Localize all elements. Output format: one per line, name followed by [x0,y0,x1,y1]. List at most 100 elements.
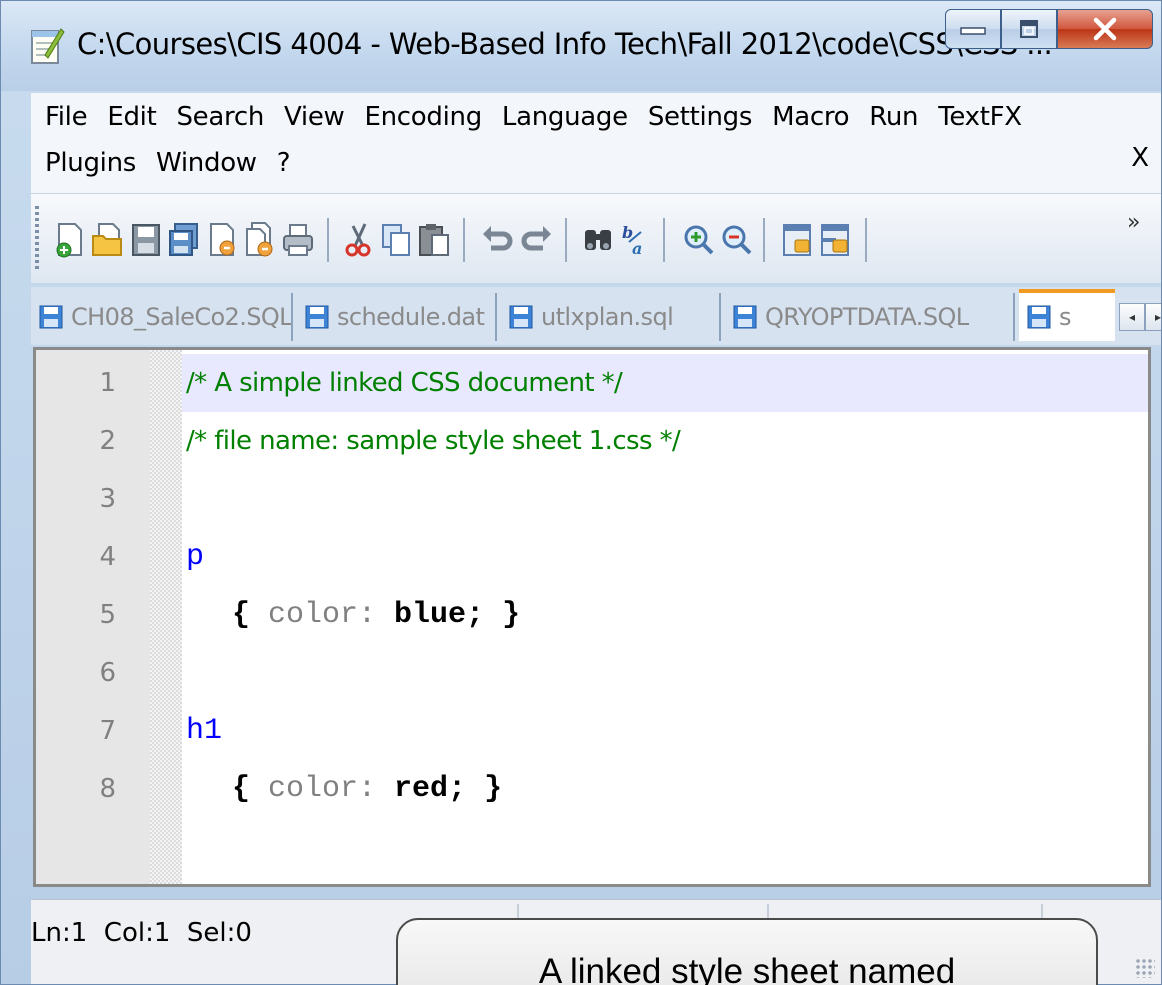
tab-qryoptdata-sql[interactable]: QRYOPTDATA.SQL [725,293,1015,341]
zoom-out-icon[interactable] [719,222,753,258]
close-file-icon[interactable] [205,222,239,258]
notepad-app-icon [31,28,65,64]
tab-scroll-left-button[interactable]: ◂ [1119,303,1145,331]
close-document-button[interactable]: X [1131,143,1149,173]
sync-horizontal-icon[interactable] [819,222,853,258]
tab-utlxplan-sql[interactable]: utlxplan.sql [501,293,721,341]
css-selector: h1 [186,714,223,748]
menu-row-1: File Edit Search View Encoding Language … [45,95,1042,139]
window-title: C:\Courses\CIS 4004 - Web-Based Info Tec… [77,27,1053,61]
menu-plugins[interactable]: Plugins [45,148,136,178]
line-number: 6 [99,658,116,688]
open-folder-icon[interactable] [91,222,125,258]
code-line[interactable]: 3 [36,470,1148,528]
code-text-area [182,644,1148,702]
code-line[interactable]: 7 h1 [36,702,1148,760]
menu-run[interactable]: Run [869,102,918,132]
close-icon [1093,17,1117,41]
svg-text:a: a [632,239,642,258]
print-icon[interactable] [281,222,315,258]
css-open-brace: { [232,598,269,632]
tab-ch08-saleco2[interactable]: CH08_SaleCo2.SQL [31,293,293,341]
toolbar-separator [763,218,765,262]
line-number: 2 [99,426,116,456]
menu-settings[interactable]: Settings [648,102,753,132]
tab-schedule-dat[interactable]: schedule.dat [297,293,497,341]
minimize-button[interactable] [945,9,1001,49]
toolbar-separator [865,218,867,262]
replace-icon[interactable]: b a [619,222,653,258]
menu-textfx[interactable]: TextFX [938,102,1022,132]
menu-search[interactable]: Search [176,102,264,132]
toolbar-separator [565,218,567,262]
paste-icon[interactable] [417,222,451,258]
menu-row-2: Plugins Window ? [45,141,310,185]
tab-scroll-right-button[interactable]: ▸ [1145,303,1161,331]
tab-label: QRYOPTDATA.SQL [765,303,969,331]
document-tab-bar: CH08_SaleCo2.SQL schedule.dat utlxplan.s… [31,287,1161,345]
close-all-icon[interactable] [243,222,277,258]
annotation-callout: A linked style sheet named [396,918,1098,985]
code-line[interactable]: 4 p [36,528,1148,586]
menu-window[interactable]: Window [156,148,257,178]
tab-sample-style-sheet-active[interactable]: s [1019,289,1115,341]
saved-file-icon [1027,305,1051,329]
menu-help[interactable]: ? [277,148,291,178]
menu-bar: File Edit Search View Encoding Language … [31,93,1161,193]
menu-edit[interactable]: Edit [107,102,156,132]
menu-language[interactable]: Language [502,102,628,132]
caption-buttons [945,9,1153,49]
minimize-icon [960,27,986,35]
code-line[interactable]: 5 { color: blue; } [36,586,1148,644]
notepad-plus-plus-window: C:\Courses\CIS 4004 - Web-Based Info Tec… [0,0,1162,985]
code-text-area: p [182,528,1148,586]
toolbar: b a » [31,193,1161,283]
code-text-area: h1 [182,702,1148,760]
toolbar-separator [463,218,465,262]
toolbar-overflow-button[interactable]: » [1127,210,1140,235]
code-line[interactable]: 2 /* file name: sample style sheet 1.css… [36,412,1148,470]
find-icon[interactable] [581,222,615,258]
title-bar[interactable]: C:\Courses\CIS 4004 - Web-Based Info Tec… [1,1,1161,91]
css-value: red; } [376,772,503,806]
maximize-button[interactable] [1001,9,1057,49]
sync-vertical-icon[interactable] [781,222,815,258]
save-icon[interactable] [129,222,163,258]
code-line[interactable]: 6 [36,644,1148,702]
save-all-icon[interactable] [167,222,201,258]
css-property: color: [268,772,377,806]
line-number: 5 [99,600,116,630]
redo-icon[interactable] [519,222,553,258]
menu-view[interactable]: View [284,102,345,132]
line-number: 1 [99,368,116,398]
toolbar-grip[interactable] [35,206,39,272]
code-editor[interactable]: 1 /* A simple linked CSS document */ 2 /… [33,347,1151,887]
undo-icon[interactable] [481,222,515,258]
code-text-area: { color: blue; } [182,586,1148,644]
close-window-button[interactable] [1057,9,1153,49]
code-text-area: /* file name: sample style sheet 1.css *… [182,412,1148,470]
resize-grip[interactable] [1135,958,1155,978]
css-declaration: { color: red; } [232,760,502,820]
line-number: 3 [99,484,116,514]
css-value: blue; } [376,598,521,632]
css-property: color: [268,598,377,632]
code-comment: /* A simple linked CSS document */ [186,368,623,398]
copy-icon[interactable] [379,222,413,258]
zoom-in-icon[interactable] [681,222,715,258]
cut-icon[interactable] [341,222,375,258]
code-text-area: { color: red; } [182,760,1148,818]
code-text-area [182,470,1148,528]
line-number: 4 [99,542,116,572]
new-file-icon[interactable] [53,222,87,258]
menu-encoding[interactable]: Encoding [365,102,483,132]
tab-label: utlxplan.sql [541,303,674,331]
menu-file[interactable]: File [45,102,88,132]
css-open-brace: { [232,772,269,806]
toolbar-separator [663,218,665,262]
saved-file-icon [39,305,63,329]
code-line[interactable]: 8 { color: red; } [36,760,1148,818]
saved-file-icon [509,305,533,329]
menu-macro[interactable]: Macro [772,102,849,132]
code-line[interactable]: 1 /* A simple linked CSS document */ [36,354,1148,412]
